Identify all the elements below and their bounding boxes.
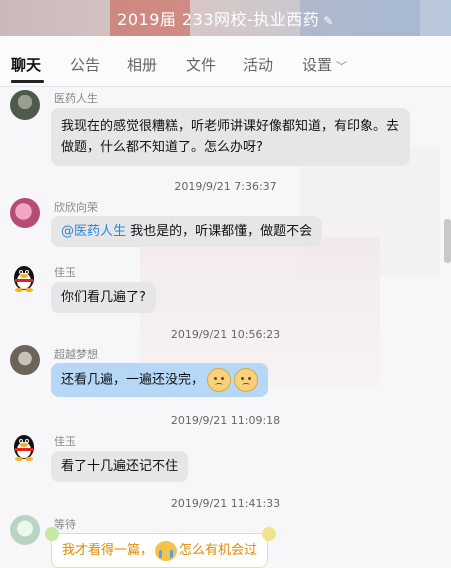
- message-text: 我才看得一篇，: [62, 543, 154, 558]
- worried-face-emoji-icon: [234, 368, 259, 392]
- chat-message-list[interactable]: 医药人生 我现在的感觉很糟糕，听老师讲课好像都知道，有印象。去 做题，什么都不知…: [0, 87, 451, 568]
- qq-penguin-avatar-icon[interactable]: [9, 431, 39, 461]
- mention-link[interactable]: @医药人生: [61, 224, 126, 239]
- qq-penguin-avatar-icon[interactable]: [9, 262, 39, 292]
- bubble-decoration: [45, 527, 59, 541]
- timestamp: 2019/9/21 10:56:23: [170, 328, 281, 341]
- avatar[interactable]: [10, 345, 40, 375]
- group-title-text: 2019届 233网校-执业西药: [117, 10, 320, 29]
- message-text: 你们看几遍了?: [61, 290, 146, 305]
- crying-face-emoji-icon: [155, 540, 178, 561]
- timestamp: 2019/9/21 11:09:18: [170, 414, 281, 427]
- title-bar: 2019届 233网校-执业西药 ✎: [0, 0, 451, 36]
- sender-name[interactable]: 欣欣向荣: [54, 199, 98, 215]
- tab-album[interactable]: 相册: [127, 54, 157, 75]
- tab-announcements[interactable]: 公告: [70, 54, 100, 75]
- bubble-decoration: [262, 527, 276, 541]
- sender-name[interactable]: 佳玉: [54, 264, 76, 280]
- message-text: 看了十几遍还记不住: [61, 459, 179, 474]
- chevron-down-icon: ﹀: [336, 60, 348, 73]
- message-bubble[interactable]: @医药人生 我也是的，听课都懂，做题不会: [51, 216, 323, 247]
- edit-icon[interactable]: ✎: [323, 14, 334, 28]
- avatar[interactable]: [10, 198, 40, 228]
- message-text: 怎么有机会过: [179, 543, 258, 558]
- avatar[interactable]: [10, 515, 40, 545]
- timestamp: 2019/9/21 11:41:33: [170, 497, 281, 510]
- message-text: 做题，什么都不知道了。怎么办呀?: [61, 140, 263, 155]
- tab-chat[interactable]: 聊天: [11, 54, 41, 75]
- message-text: 我现在的感觉很糟糕，听老师讲课好像都知道，有印象。去: [61, 119, 400, 134]
- message-text: 还看几遍，一遍还没完，: [61, 372, 205, 388]
- tab-files[interactable]: 文件: [186, 54, 216, 75]
- message-text: 我也是的，听课都懂，做题不会: [126, 224, 313, 239]
- tab-settings-label: 设置: [302, 56, 333, 74]
- avatar[interactable]: [10, 90, 40, 120]
- tab-bar: 聊天 公告 相册 文件 活动 设置 ﹀: [0, 36, 451, 87]
- timestamp: 2019/9/21 7:36:37: [174, 180, 277, 193]
- tab-settings[interactable]: 设置 ﹀: [302, 54, 347, 75]
- message-bubble[interactable]: 我现在的感觉很糟糕，听老师讲课好像都知道，有印象。去 做题，什么都不知道了。怎么…: [51, 108, 410, 166]
- sender-name[interactable]: 医药人生: [54, 90, 98, 106]
- message-bubble[interactable]: 还看几遍，一遍还没完，: [51, 363, 269, 397]
- worried-face-emoji-icon: [207, 368, 232, 392]
- active-tab-indicator: [11, 80, 44, 83]
- group-title[interactable]: 2019届 233网校-执业西药 ✎: [0, 6, 451, 30]
- message-bubble[interactable]: 我才看得一篇， 怎么有机会过: [51, 533, 269, 568]
- sender-name[interactable]: 佳玉: [54, 433, 76, 449]
- scrollbar[interactable]: [444, 219, 451, 263]
- message-bubble[interactable]: 你们看几遍了?: [51, 282, 156, 313]
- sender-name[interactable]: 超越梦想: [54, 346, 98, 362]
- tab-activities[interactable]: 活动: [243, 54, 273, 75]
- message-bubble[interactable]: 看了十几遍还记不住: [51, 451, 189, 482]
